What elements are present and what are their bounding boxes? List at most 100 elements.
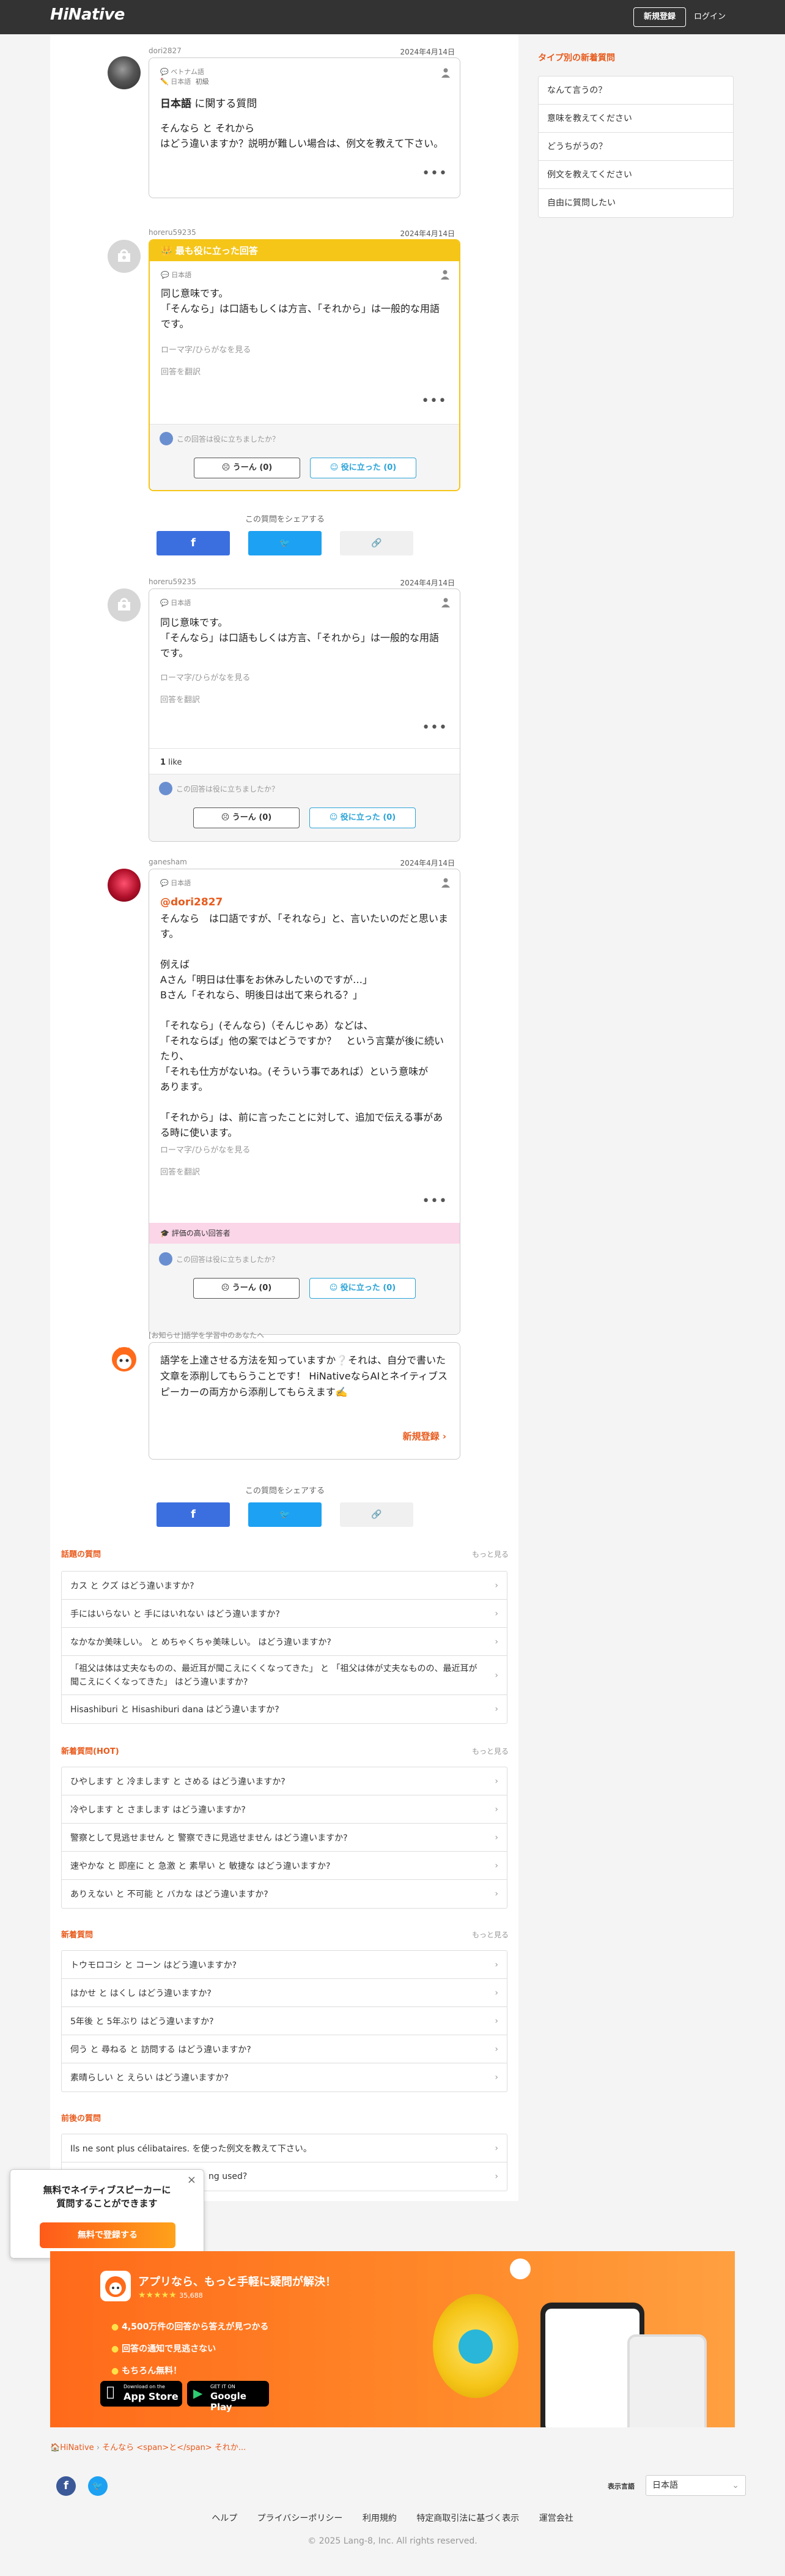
list-item[interactable]: はかせ と はくし はどう違いますか? ›	[62, 1979, 507, 2007]
answer2-hmm-button[interactable]: ☹ うーん (0)	[193, 807, 300, 828]
chevron-right-icon: ›	[495, 2016, 498, 2026]
list-item[interactable]: トウモロコシ と コーン はどう違いますか? ›	[62, 1951, 507, 1979]
login-button[interactable]: ログイン	[691, 7, 729, 27]
footer-link-tokushoho[interactable]: 特定商取引法に基づく表示	[416, 2514, 519, 2523]
report-user-icon[interactable]	[441, 598, 450, 607]
footer-link-help[interactable]: ヘルプ	[212, 2514, 237, 2523]
answer1-more-icon[interactable]: •••	[421, 393, 447, 409]
list-item[interactable]: Hisashiburi と Hisashiburi dana はどう違いますか?…	[62, 1695, 507, 1723]
answer2-username[interactable]: horeru59235	[149, 577, 196, 586]
list-item[interactable]: 手にはいらない と 手にはいれない はどう違いますか? ›	[62, 1600, 507, 1628]
sidebar-item-meaning[interactable]: 意味を教えてください	[539, 105, 733, 133]
answer1-hmm-button[interactable]: ☹ うーん (0)	[194, 458, 300, 478]
section-hot-more[interactable]: もっと見る	[472, 1746, 509, 1756]
list-item[interactable]: 素晴らしい と えらい はどう違いますか? ›	[62, 2063, 507, 2092]
section-trending-more[interactable]: もっと見る	[472, 1549, 509, 1559]
share-facebook-button[interactable]: f	[157, 531, 230, 555]
ad-register-link[interactable]: 新規登録 ›	[403, 1430, 446, 1442]
answer3-vote-area: この回答は役に立ちましたか？ ☹ うーん (0) ☺ 役に立った (0)	[149, 1244, 460, 1334]
list-item[interactable]: 速やかな と 即座に と 急激 と 素早い と 敏捷な はどう違いますか? ›	[62, 1852, 507, 1880]
footer-link-privacy[interactable]: プライバシーポリシー	[257, 2514, 343, 2523]
list-item[interactable]: 「祖父は体は丈夫なものの、最近耳が聞こえにくくなってきた」 と 「祖父は体が丈夫…	[62, 1656, 507, 1695]
answer2-likes[interactable]: 1 like	[160, 758, 182, 767]
answer3-useful-button[interactable]: ☺ 役に立った (0)	[309, 1278, 416, 1299]
list-item[interactable]: 冷やします と さまします はどう違いますか? ›	[62, 1795, 507, 1824]
answer3-more-icon[interactable]: •••	[422, 1193, 448, 1209]
report-user-icon[interactable]	[441, 270, 449, 280]
copyright: © 2025 Lang-8, Inc. All rights reserved.	[308, 2536, 477, 2546]
list-item[interactable]: ひやします と 冷まします と さめる はどう違いますか? ›	[62, 1767, 507, 1795]
chevron-right-icon: ›	[495, 2172, 498, 2181]
answer1-romaji-link[interactable]: ローマ字/ひらがなを見る	[161, 343, 251, 355]
language-select[interactable]: 日本語 ⌄	[646, 2475, 746, 2496]
answer3-hmm-button[interactable]: ☹ うーん (0)	[193, 1278, 300, 1299]
chevron-right-icon: ›	[495, 1580, 498, 1591]
app-store-button[interactable]:  Download on the App Store	[100, 2381, 182, 2407]
answer3-username[interactable]: ganesham	[149, 858, 187, 866]
facebook-footer-icon[interactable]: f	[56, 2476, 76, 2496]
report-user-icon[interactable]	[441, 68, 450, 78]
share-twitter-button[interactable]: 🐦	[248, 531, 322, 555]
answer3-romaji-link[interactable]: ローマ字/ひらがなを見る	[160, 1143, 250, 1155]
question-more-icon[interactable]: •••	[422, 166, 448, 181]
answer1-useful-button[interactable]: ☺ 役に立った (0)	[310, 458, 416, 478]
share-twitter-button-2[interactable]: 🐦	[248, 1502, 322, 1527]
twitter-footer-icon[interactable]: 🐦	[88, 2476, 108, 2496]
answer2-more-icon[interactable]: •••	[422, 720, 448, 735]
breadcrumb-current[interactable]: そんなら <span>と</span> それか...	[102, 2443, 246, 2452]
popup-register-button[interactable]: 無料で登録する	[40, 2222, 175, 2248]
answer1-translate-link[interactable]: 回答を翻訳	[161, 365, 201, 377]
answer3-user-avatar[interactable]	[108, 869, 141, 902]
new-list: トウモロコシ と コーン はどう違いますか? › はかせ と はくし はどう違いま…	[61, 1950, 507, 2092]
star-rating-icon: ★★★★★	[138, 2290, 177, 2300]
share-link-button-2[interactable]: 🔗	[340, 1502, 413, 1527]
facebook-icon: f	[191, 1508, 196, 1521]
share-link-button[interactable]: 🔗	[340, 531, 413, 555]
list-item[interactable]: 5年後 と 5年ぶり はどう違いますか? ›	[62, 2007, 507, 2035]
link-icon: 🔗	[371, 1510, 382, 1520]
promo-bullets: ● 4,500万件の回答から答えが見つかる ● 回答の通知で見逃さない ● もち…	[111, 2316, 268, 2382]
answer2-translate-link[interactable]: 回答を翻訳	[160, 693, 200, 705]
section-trending-title: 話題の質問	[61, 1550, 101, 1559]
chevron-right-icon: ›	[495, 1608, 498, 1619]
question-username[interactable]: dori2827	[149, 46, 182, 55]
list-item[interactable]: Ils ne sont plus célibataires. を使った例文を教え…	[62, 2134, 507, 2162]
report-user-icon[interactable]	[441, 878, 450, 888]
ad-label: [お知らせ]語学を学習中のあなたへ	[149, 1331, 265, 1340]
answer1-username[interactable]: horeru59235	[149, 228, 196, 237]
question-user-avatar[interactable]	[108, 56, 141, 89]
share-label: この質問をシェアする	[245, 515, 325, 524]
section-new-more[interactable]: もっと見る	[472, 1929, 509, 1940]
answer2-useful-button[interactable]: ☺ 役に立った (0)	[309, 807, 416, 828]
answer2-vote-question: この回答は役に立ちましたか？	[176, 785, 279, 793]
sidebar-item-how-to-say[interactable]: なんて言うの？	[539, 76, 733, 105]
answer2-romaji-link[interactable]: ローマ字/ひらがなを見る	[160, 671, 250, 683]
promo-bullet: ● もちろん無料！	[111, 2366, 182, 2376]
hinative-logo[interactable]: HiNative	[50, 6, 125, 24]
list-item[interactable]: カス と クズ はどう違いますか? ›	[62, 1572, 507, 1600]
mascot-icon	[112, 1347, 136, 1372]
chevron-down-icon: ⌄	[732, 2481, 739, 2490]
breadcrumb-home[interactable]: HiNative	[60, 2443, 94, 2452]
register-button[interactable]: 新規登録	[633, 7, 686, 27]
footer-link-terms[interactable]: 利用規約	[363, 2514, 397, 2523]
share-facebook-button-2[interactable]: f	[157, 1502, 230, 1527]
mascot-avatar	[108, 1342, 141, 1375]
google-play-button[interactable]: ▶ GET IT ON Google Play	[187, 2381, 269, 2413]
answer3-translate-link[interactable]: 回答を翻訳	[160, 1165, 200, 1177]
sidebar-item-example[interactable]: 例文を教えてください	[539, 161, 733, 189]
list-item[interactable]: 警察として見逃せません と 警察できに見逃せません はどう違いますか? ›	[62, 1824, 507, 1852]
list-item[interactable]: ありえない と 不可能 と バカな はどう違いますか? ›	[62, 1880, 507, 1908]
sidebar-item-difference[interactable]: どうちがうの？	[539, 133, 733, 161]
sidebar-item-free-question[interactable]: 自由に質問したい	[539, 189, 733, 217]
question-title: 日本語 に関する質問	[160, 98, 257, 110]
answer1-user-avatar[interactable]	[108, 240, 141, 273]
list-item[interactable]: 伺う と 尋ねる と 訪問する はどう違いますか? ›	[62, 2035, 507, 2063]
answer1-lang: 💬 日本語	[161, 271, 192, 279]
footer-link-company[interactable]: 運営会社	[539, 2514, 573, 2523]
chevron-right-icon: ›	[495, 1636, 498, 1647]
list-item[interactable]: なかなか美味しい。 と めちゃくちゃ美味しい。 はどう違いますか? ›	[62, 1628, 507, 1656]
app-promo-banner[interactable]: アプリなら、もっと手軽に疑問が解決！ ★★★★★ 35,688 ● 4,500万…	[50, 2251, 735, 2427]
answer3-mention[interactable]: @dori2827	[160, 896, 223, 908]
answer2-user-avatar[interactable]	[108, 588, 141, 622]
